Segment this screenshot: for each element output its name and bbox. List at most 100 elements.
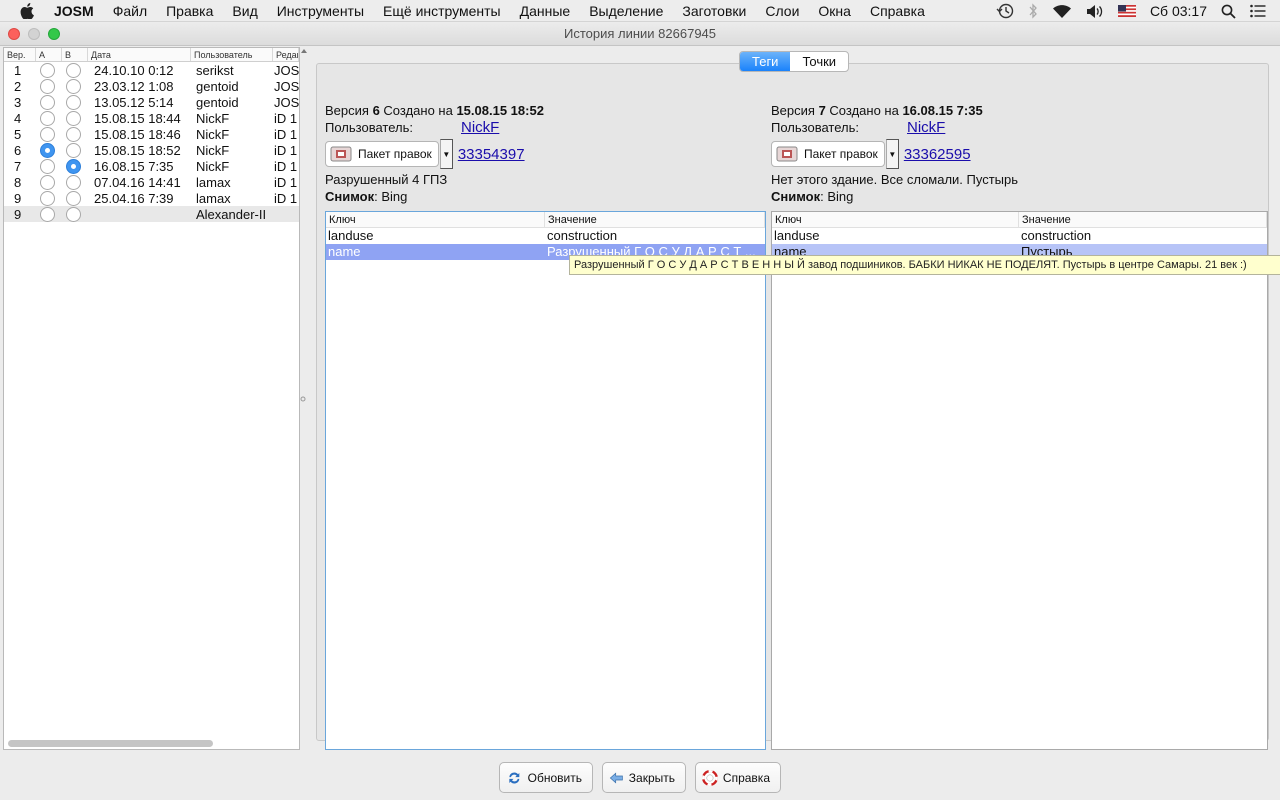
col-editor[interactable]: Редак: [273, 48, 299, 61]
version-number: 7: [14, 158, 22, 174]
volume-icon[interactable]: [1086, 4, 1104, 19]
history-row[interactable]: 1 24.10.10 0:12 serikst JOSM: [4, 62, 299, 78]
version-user: lamax: [196, 174, 231, 190]
history-row[interactable]: 8 07.04.16 14:41 lamax iD 1: [4, 174, 299, 190]
version-editor: iD 1: [274, 142, 298, 158]
radio-a[interactable]: [40, 174, 55, 190]
col-user[interactable]: Пользователь: [191, 48, 273, 61]
menu-presets[interactable]: Заготовки: [682, 3, 746, 19]
tab-tags[interactable]: Теги: [740, 52, 791, 71]
radio-a[interactable]: [40, 62, 55, 78]
menu-tools[interactable]: Инструменты: [277, 3, 364, 19]
tag-row[interactable]: landuse construction: [772, 228, 1267, 244]
col-key[interactable]: Ключ: [772, 212, 1019, 227]
radio-b[interactable]: [66, 142, 81, 158]
history-row[interactable]: 9 25.04.16 7:39 lamax iD 1: [4, 190, 299, 206]
history-row[interactable]: 6 15.08.15 18:52 NickF iD 1: [4, 142, 299, 158]
col-date[interactable]: Дата: [88, 48, 191, 61]
tab-nodes[interactable]: Точки: [790, 52, 848, 71]
help-button[interactable]: Справка: [695, 762, 781, 793]
split-pane-divider[interactable]: [300, 47, 310, 750]
col-a[interactable]: A: [36, 48, 62, 61]
radio-a[interactable]: [40, 78, 55, 94]
radio-a-cell: [36, 110, 62, 126]
col-value[interactable]: Значение: [545, 212, 765, 227]
radio-a[interactable]: [40, 158, 55, 174]
radio-b[interactable]: [66, 62, 81, 78]
notification-center-icon[interactable]: [1250, 4, 1266, 18]
history-row[interactable]: 9 Alexander-II: [4, 206, 299, 222]
version-b-tag-table[interactable]: Ключ Значение landuse construction name …: [771, 211, 1268, 750]
apple-icon[interactable]: [20, 2, 38, 19]
menu-help[interactable]: Справка: [870, 3, 925, 19]
version-editor: iD 1: [274, 174, 298, 190]
version-a-prefix: Версия: [325, 103, 369, 118]
radio-a[interactable]: [40, 142, 55, 158]
refresh-button[interactable]: Обновить: [499, 762, 593, 793]
version-b-changeset-dropdown[interactable]: ▼: [885, 139, 899, 169]
version-b-user-link[interactable]: NickF: [907, 119, 945, 136]
minimize-window-button[interactable]: [28, 28, 40, 40]
history-row[interactable]: 5 15.08.15 18:46 NickF iD 1: [4, 126, 299, 142]
tab-bar: Теги Точки: [739, 51, 850, 72]
radio-b[interactable]: [66, 158, 81, 174]
radio-b[interactable]: [66, 94, 81, 110]
radio-b[interactable]: [66, 78, 81, 94]
wifi-icon[interactable]: [1052, 4, 1072, 19]
radio-b[interactable]: [66, 110, 81, 126]
radio-a[interactable]: [40, 190, 55, 206]
radio-b[interactable]: [66, 206, 81, 222]
close-window-button[interactable]: [8, 28, 20, 40]
us-flag-icon[interactable]: [1117, 5, 1136, 17]
history-table-header: Вер. A B Дата Пользователь Редак: [4, 48, 299, 62]
menu-more-tools[interactable]: Ещё инструменты: [383, 3, 501, 19]
version-a-changeset-link[interactable]: 33354397: [458, 146, 525, 163]
back-arrow-icon: [609, 772, 623, 783]
bluetooth-icon[interactable]: [1028, 3, 1038, 19]
radio-b-cell: [62, 190, 88, 206]
spotlight-search-icon[interactable]: [1221, 4, 1236, 19]
radio-a[interactable]: [40, 206, 55, 222]
menu-edit[interactable]: Правка: [166, 3, 213, 19]
col-version[interactable]: Вер.: [4, 48, 36, 61]
version-b-changeset-link[interactable]: 33362595: [904, 146, 971, 163]
clock[interactable]: Сб 03:17: [1150, 3, 1207, 19]
time-machine-icon[interactable]: [996, 3, 1014, 19]
radio-b[interactable]: [66, 126, 81, 142]
version-a-tag-header: Ключ Значение: [326, 212, 765, 228]
menu-layers[interactable]: Слои: [765, 3, 799, 19]
menu-selection[interactable]: Выделение: [589, 3, 663, 19]
radio-b[interactable]: [66, 190, 81, 206]
menu-windows[interactable]: Окна: [818, 3, 851, 19]
tag-row[interactable]: landuse construction: [326, 228, 765, 244]
menu-data[interactable]: Данные: [520, 3, 571, 19]
radio-a-cell: [36, 126, 62, 142]
history-row[interactable]: 2 23.03.12 1:08 gentoid JOSM: [4, 78, 299, 94]
version-a-changeset-dropdown[interactable]: ▼: [439, 139, 453, 169]
close-button[interactable]: Закрыть: [602, 762, 686, 793]
col-b[interactable]: B: [62, 48, 88, 61]
menu-app-name[interactable]: JOSM: [54, 3, 94, 19]
radio-b[interactable]: [66, 174, 81, 190]
col-key[interactable]: Ключ: [326, 212, 545, 227]
history-row[interactable]: 3 13.05.12 5:14 gentoid JOSM: [4, 94, 299, 110]
radio-a[interactable]: [40, 110, 55, 126]
version-history-panel: Вер. A B Дата Пользователь Редак 1 24.10.…: [3, 47, 300, 750]
menu-file[interactable]: Файл: [113, 3, 147, 19]
version-a-changeset-button[interactable]: Пакет правок: [325, 141, 439, 167]
col-value[interactable]: Значение: [1019, 212, 1267, 227]
menu-view[interactable]: Вид: [232, 3, 257, 19]
version-b-changeset-button[interactable]: Пакет правок: [771, 141, 885, 167]
horizontal-scrollbar[interactable]: [8, 740, 213, 747]
history-row[interactable]: 7 16.08.15 7:35 NickF iD 1: [4, 158, 299, 174]
history-row[interactable]: 4 15.08.15 18:44 NickF iD 1: [4, 110, 299, 126]
version-a-user-link[interactable]: NickF: [461, 119, 499, 136]
radio-a[interactable]: [40, 94, 55, 110]
tag-key: landuse: [774, 228, 820, 243]
radio-a[interactable]: [40, 126, 55, 142]
version-date: 24.10.10 0:12: [94, 62, 174, 78]
version-a-tag-table[interactable]: Ключ Значение landuse construction name …: [325, 211, 766, 750]
version-date: 15.08.15 18:52: [94, 142, 181, 158]
zoom-window-button[interactable]: [48, 28, 60, 40]
window-titlebar: История линии 82667945: [0, 22, 1280, 46]
